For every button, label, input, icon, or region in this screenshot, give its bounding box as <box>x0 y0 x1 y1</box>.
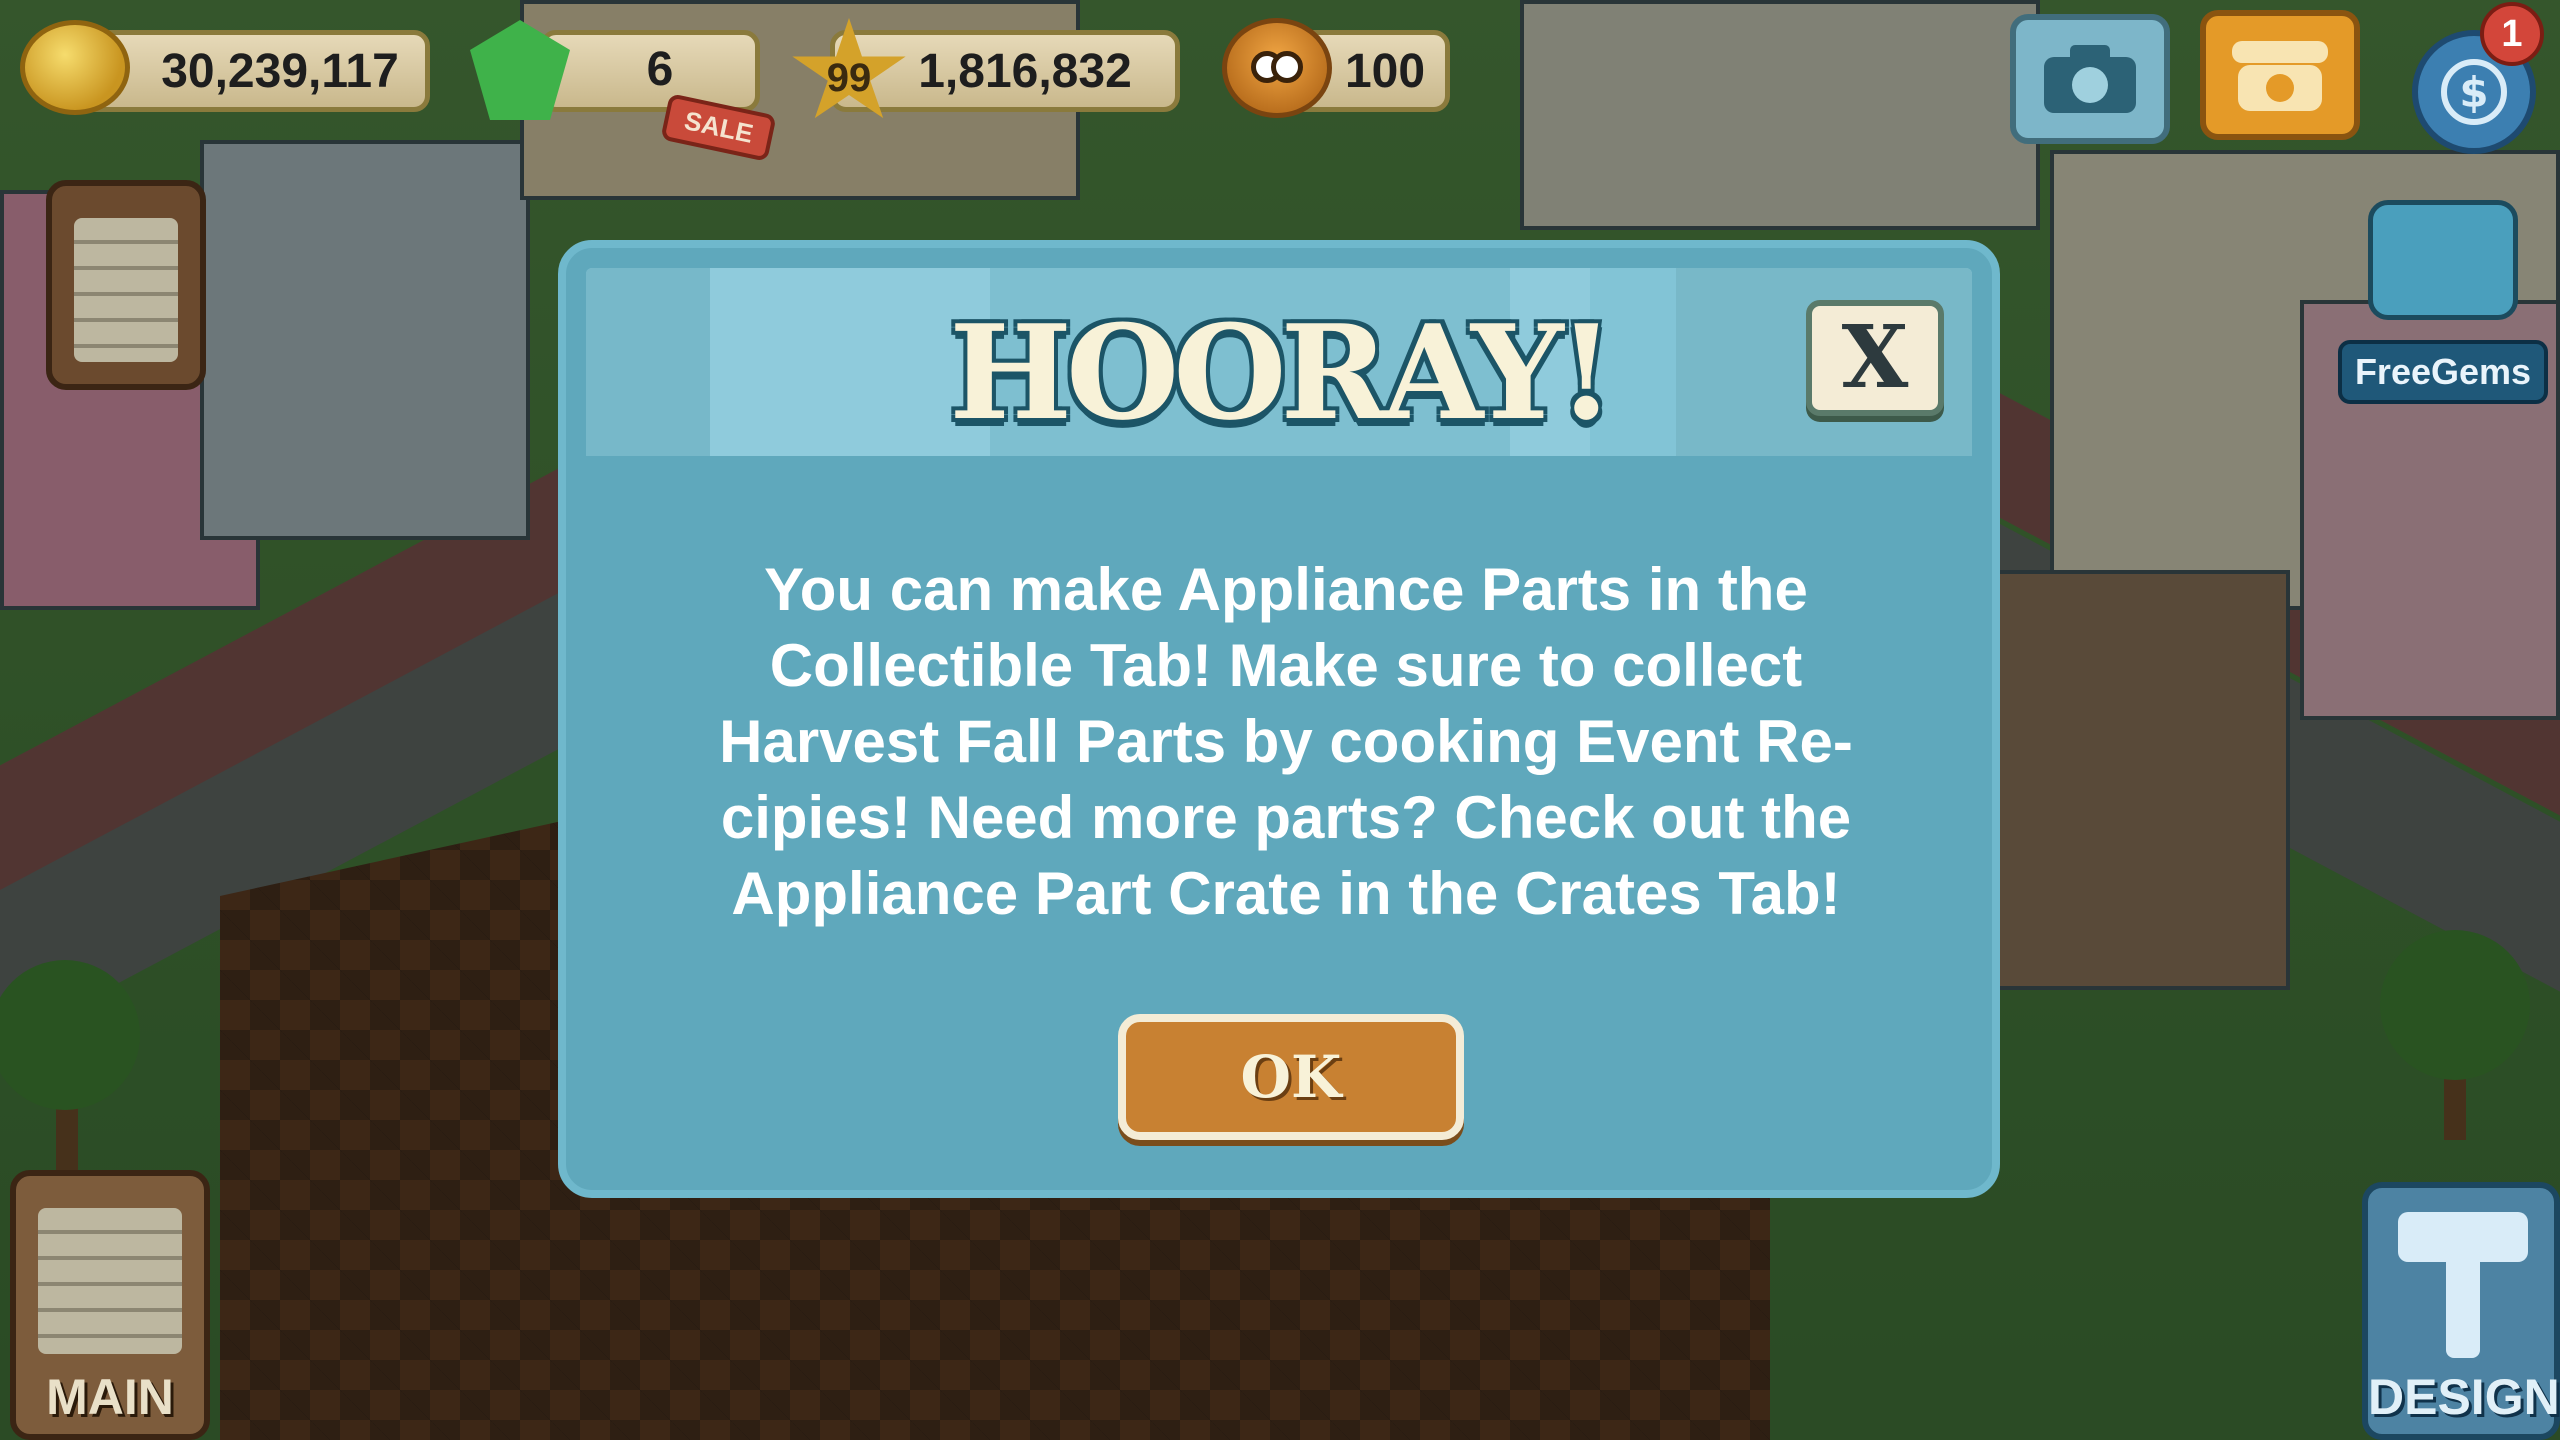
main-button-label: MAIN <box>46 1369 174 1425</box>
dialog-title: HOORAY! <box>949 296 1615 449</box>
notification-badge: 1 <box>2480 2 2544 66</box>
svg-text:$: $ <box>2459 68 2488 117</box>
design-button[interactable]: DESIGN <box>2362 1182 2560 1440</box>
phone-button[interactable] <box>2200 10 2360 140</box>
dollar-coin-icon: $ <box>2441 59 2507 125</box>
energy-value: 100 <box>1344 44 1426 98</box>
design-button-label: DESIGN <box>2368 1369 2560 1425</box>
energy-face-icon <box>1222 18 1332 118</box>
gems-counter[interactable]: 6 <box>540 30 760 112</box>
hammer-icon <box>2398 1212 2528 1358</box>
phone-icon <box>2232 41 2328 111</box>
gems-value: 6 <box>646 42 674 96</box>
free-gems-label: FreeGems <box>2338 340 2548 404</box>
ok-button-label: OK <box>1240 1043 1342 1111</box>
free-gems-button[interactable]: FreeGems <box>2338 200 2548 410</box>
menu-clipboard-icon <box>38 1208 182 1354</box>
dialog-header: HOORAY! <box>586 268 1972 456</box>
hooray-dialog: HOORAY! X You can make Appliance Parts i… <box>558 240 2000 1198</box>
camera-button[interactable] <box>2010 14 2170 144</box>
coin-icon <box>20 20 130 115</box>
level-value: 99 <box>826 55 872 100</box>
close-icon: X <box>1841 307 1909 408</box>
coins-value: 30,239,117 <box>161 44 399 98</box>
ok-button[interactable]: OK <box>1118 1014 1464 1140</box>
tv-icon <box>2368 200 2518 320</box>
clipboard-icon <box>74 218 178 362</box>
close-button[interactable]: X <box>1806 300 1944 416</box>
camera-icon <box>2044 45 2136 113</box>
main-menu-button[interactable]: MAIN <box>10 1170 210 1440</box>
goals-clipboard-button[interactable] <box>46 180 206 390</box>
dialog-message: You can make Appliance Parts in the Coll… <box>719 556 1853 927</box>
xp-value: 1,816,832 <box>918 44 1132 98</box>
